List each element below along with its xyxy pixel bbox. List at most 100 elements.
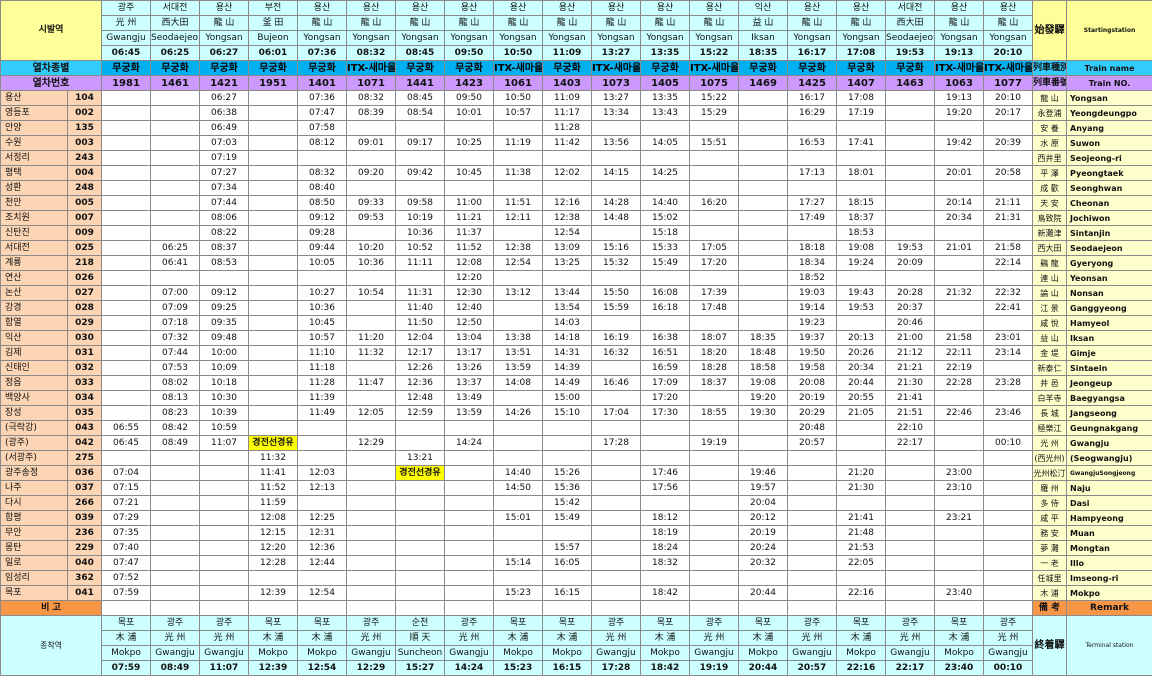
station-name-ko: 함평 (0, 510, 68, 526)
time-cell: 11:28 (297, 375, 347, 391)
time-cell: 08:32 (297, 165, 347, 181)
arrival-time: 16:15 (542, 660, 592, 676)
time-cell: 08:37 (199, 240, 249, 256)
time-cell (591, 585, 641, 601)
time-cell: 12:25 (297, 510, 347, 526)
station-name-ko: 김제 (0, 345, 68, 361)
time-cell (101, 150, 151, 166)
station-name-en: Seodaejeon (1066, 240, 1152, 256)
time-cell: 09:20 (346, 165, 396, 181)
time-cell: 08:45 (395, 90, 445, 106)
station-name-hanja: 新灘津 (1032, 225, 1067, 241)
time-cell (738, 570, 788, 586)
time-cell (493, 390, 543, 406)
time-cell (738, 240, 788, 256)
time-cell (395, 585, 445, 601)
station-name-en: Cheonan (1066, 195, 1152, 211)
time-cell: 11:38 (493, 165, 543, 181)
time-cell (101, 390, 151, 406)
train-type: 무궁화 (640, 60, 690, 76)
time-cell (297, 435, 347, 451)
time-cell (101, 285, 151, 301)
time-cell: 17:46 (640, 465, 690, 481)
origin-name-ko: 용산 (934, 0, 984, 16)
time-cell: 12:15 (248, 525, 298, 541)
time-cell (934, 540, 984, 556)
station-name-hanja: 龍 山 (1032, 90, 1067, 106)
train-type: 무궁화 (150, 60, 200, 76)
station-name-en: Gyeryong (1066, 255, 1152, 271)
time-cell: 12:31 (297, 525, 347, 541)
time-cell: 20:04 (738, 495, 788, 511)
time-cell: 17:19 (836, 105, 886, 121)
station-name-en: Nonsan (1066, 285, 1152, 301)
station-row: 신태인 032 07:53 10:09 11:18 12:26 13:26 13:59 14:3… (0, 360, 1152, 376)
time-cell (199, 495, 249, 511)
time-cell: 14:05 (640, 135, 690, 151)
time-cell (836, 315, 886, 331)
time-cell (738, 180, 788, 196)
time-cell: 12:17 (395, 345, 445, 361)
time-cell (983, 180, 1033, 196)
terminal-name-hanja: 光 州 (983, 630, 1033, 646)
train-type: ITX-새마을 (983, 60, 1033, 76)
time-cell: 12:02 (542, 165, 592, 181)
remark-cell (297, 600, 347, 616)
time-cell (689, 525, 739, 541)
terminal-name-en: Suncheon (395, 645, 445, 661)
time-cell: 21:31 (983, 210, 1033, 226)
terminal-name-ko: 목포 (934, 615, 984, 631)
station-name-ko: 논산 (0, 285, 68, 301)
time-cell (150, 210, 200, 226)
remark-row: 비 고 備 考 Remark (0, 600, 1152, 616)
station-name-ko: 익산 (0, 330, 68, 346)
time-cell (101, 375, 151, 391)
time-cell: 20:12 (738, 510, 788, 526)
time-cell: 09:44 (297, 240, 347, 256)
station-row: 용산 104 06:27 07:36 08:32 08:45 09:50 10:50 11:09… (0, 90, 1152, 106)
time-cell (738, 195, 788, 211)
station-row: 강경 028 07:09 09:25 10:36 11:40 12:40 13:54 15:59… (0, 300, 1152, 316)
origin-name-en: Seodaejeon (150, 30, 200, 46)
time-cell (640, 315, 690, 331)
station-code: 009 (67, 225, 102, 241)
time-cell: 15:01 (493, 510, 543, 526)
terminal-name-hanja: 木 浦 (640, 630, 690, 646)
time-cell (885, 495, 935, 511)
arrival-time: 15:27 (395, 660, 445, 676)
station-name-ko: 조치원 (0, 210, 68, 226)
time-cell (885, 525, 935, 541)
station-name-en: Yeongdeungpo (1066, 105, 1152, 121)
station-row: 서정리 243 07:19 西井里 Seojeong-ri (0, 150, 1152, 166)
time-cell: 13:44 (542, 285, 592, 301)
time-cell (248, 315, 298, 331)
time-cell: 15:18 (640, 225, 690, 241)
time-cell: 11:59 (248, 495, 298, 511)
time-cell: 19:14 (787, 300, 837, 316)
time-cell: 12:54 (493, 255, 543, 271)
time-cell (101, 270, 151, 286)
time-cell (248, 255, 298, 271)
train-number: 1469 (738, 75, 788, 91)
station-row: 목포 041 07:59 12:39 12:54 15:23 16:15 18:42 20:44… (0, 585, 1152, 601)
train-type-label: 열차종별 (0, 60, 102, 76)
time-cell: 18:18 (787, 240, 837, 256)
time-cell: 08:02 (150, 375, 200, 391)
time-cell: 19:23 (787, 315, 837, 331)
station-name-hanja: 白羊寺 (1032, 390, 1067, 406)
time-cell: 12:36 (297, 540, 347, 556)
time-cell: 07:09 (150, 300, 200, 316)
arrival-time: 08:49 (150, 660, 200, 676)
terminal-label-en: Terminal station (1066, 615, 1152, 676)
station-name-en: Baegyangsa (1066, 390, 1152, 406)
time-cell: 14:15 (591, 165, 641, 181)
station-name-ko: 정읍 (0, 375, 68, 391)
time-cell: 20:28 (885, 285, 935, 301)
footer-row: Mokpo Gwangju Gwangju Mokpo Mokpo Gwangju Sunc… (1, 645, 1152, 661)
footer-row: 木 浦光 州光 州木 浦木 浦光 州順 天光 州木 浦木 浦光 州木 浦光 州木… (1, 630, 1152, 646)
time-cell (689, 150, 739, 166)
time-cell (248, 105, 298, 121)
station-name-ko: 천안 (0, 195, 68, 211)
time-cell (738, 435, 788, 451)
time-cell: 20:10 (983, 90, 1033, 106)
